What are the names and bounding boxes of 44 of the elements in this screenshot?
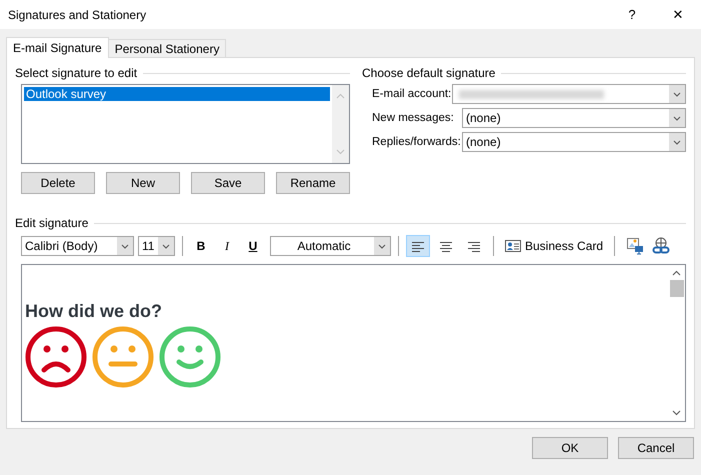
align-left-button[interactable]	[406, 235, 430, 257]
business-card-button[interactable]: Business Card	[501, 235, 608, 257]
font-dropdown[interactable]: Calibri (Body)	[21, 236, 134, 256]
align-center-icon	[438, 239, 454, 253]
scrollbar[interactable]	[332, 85, 349, 163]
field-label: E-mail account:	[372, 88, 452, 100]
section-heading: Select signature to edit	[15, 66, 138, 80]
section-heading: Edit signature	[15, 216, 88, 230]
dropdown[interactable]	[452, 84, 686, 104]
scroll-thumb[interactable]	[670, 280, 684, 297]
window-title: Signatures and Stationery	[8, 8, 148, 22]
insert-picture-icon[interactable]	[626, 237, 644, 255]
action-button[interactable]: Rename	[276, 172, 350, 194]
tab[interactable]: Personal Stationery	[108, 39, 226, 57]
signature-editor[interactable]: How did we do?	[21, 264, 686, 422]
action-button[interactable]: Save	[191, 172, 265, 194]
signature-heading: How did we do?	[25, 301, 163, 322]
scroll-down-icon	[336, 149, 345, 155]
dropdown[interactable]: (none)	[462, 132, 686, 152]
action-button[interactable]: New	[106, 172, 180, 194]
field-label: Replies/forwards:	[372, 136, 462, 148]
scroll-down-icon	[672, 410, 681, 416]
scroll-up-icon	[336, 93, 345, 99]
help-button[interactable]: ?	[609, 0, 655, 29]
scroll-up-icon	[672, 270, 681, 276]
size-dropdown[interactable]: 11	[138, 236, 175, 256]
dialog-button[interactable]: Cancel	[618, 437, 694, 459]
dropdown[interactable]: (none)	[462, 108, 686, 128]
hyperlink-icon[interactable]	[652, 237, 670, 255]
field-label: New messages:	[372, 112, 455, 124]
align-right-icon	[466, 239, 482, 253]
list-item[interactable]: Outlook survey	[24, 87, 330, 101]
italic-button[interactable]: I	[216, 235, 238, 257]
section-heading: Choose default signature	[362, 66, 496, 80]
close-button[interactable]: ✕	[655, 0, 701, 29]
bold-button[interactable]: B	[190, 235, 212, 257]
underline-button[interactable]: U	[242, 235, 264, 257]
color-dropdown[interactable]: Automatic	[270, 236, 391, 256]
align-left-icon	[410, 239, 426, 253]
action-button[interactable]: Delete	[21, 172, 95, 194]
tab[interactable]: E-mail Signature	[6, 37, 109, 58]
signature-list[interactable]: Outlook survey	[21, 84, 350, 164]
contact-card-icon	[505, 240, 521, 252]
dialog-button[interactable]: OK	[532, 437, 608, 459]
